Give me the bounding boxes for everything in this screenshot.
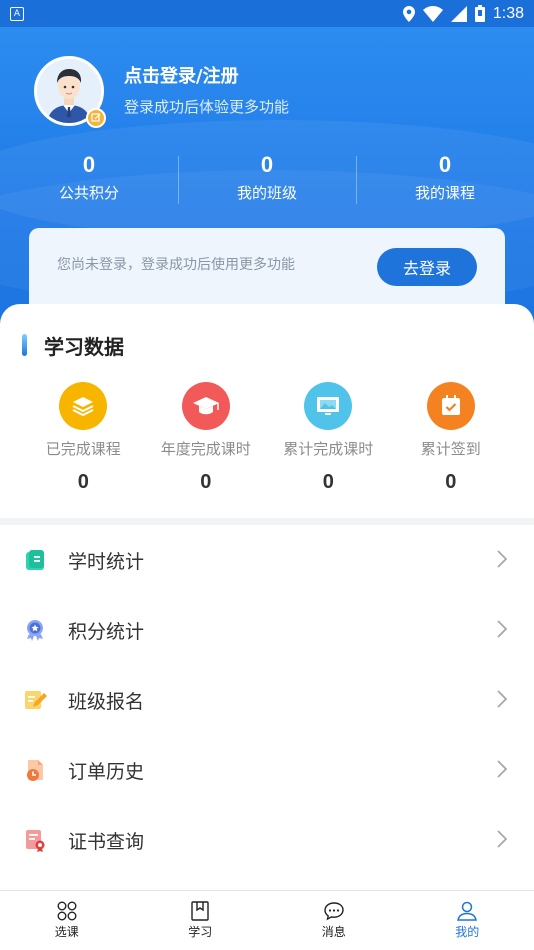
go-login-button[interactable]: 去登录 (377, 248, 477, 286)
bottom-tab-bar: 选课 学习 消息 我的 (0, 890, 534, 950)
graduation-cap-icon (181, 382, 230, 430)
person-icon (457, 901, 478, 921)
tab-messages[interactable]: 消息 (267, 891, 401, 950)
grid-icon (57, 901, 77, 921)
menu-label: 订单历史 (68, 760, 145, 783)
tab-study[interactable]: 学习 (134, 891, 268, 950)
chevron-right-icon (497, 760, 508, 778)
menu-item-order-history[interactable]: 订单历史 (0, 735, 534, 805)
section-title: 学习数据 (44, 335, 124, 359)
stat-public-points[interactable]: 0 公共积分 (0, 150, 178, 210)
login-notice-text: 您尚未登录，登录成功后使用更多功能 (57, 257, 295, 273)
study-data-panel: 学习数据 已完成课程 0 年度完成课时 0 累计完成课时 0 累计签到 0 (0, 304, 534, 518)
chevron-right-icon (497, 830, 508, 848)
study-completed-courses[interactable]: 已完成课程 0 (22, 382, 145, 494)
tab-label: 学习 (188, 925, 213, 939)
notebook-icon (22, 547, 48, 573)
study-label: 年度完成课时 (160, 440, 251, 458)
chevron-right-icon (497, 550, 508, 568)
order-clock-icon (22, 757, 48, 783)
menu-list: 学时统计 积分统计 班级报名 订单历史 证书查询 (0, 525, 534, 875)
section-divider (0, 518, 534, 525)
notification-icon: A (10, 6, 24, 21)
menu-label: 积分统计 (68, 620, 145, 643)
menu-item-study-hours[interactable]: 学时统计 (0, 525, 534, 595)
study-label: 已完成课程 (45, 440, 121, 458)
chevron-right-icon (497, 620, 508, 638)
menu-label: 班级报名 (68, 690, 145, 713)
wifi-icon (422, 5, 443, 22)
study-annual-hours[interactable]: 年度完成课时 0 (145, 382, 268, 494)
study-label: 累计签到 (420, 440, 481, 458)
study-value: 0 (445, 471, 457, 493)
edit-note-icon (22, 687, 48, 713)
layers-icon (59, 382, 108, 430)
tab-mine[interactable]: 我的 (401, 891, 534, 950)
study-total-hours[interactable]: 累计完成课时 0 (267, 382, 390, 494)
monitor-icon (304, 382, 353, 430)
stat-value: 0 (260, 152, 274, 177)
study-value: 0 (322, 471, 334, 493)
tab-label: 选课 (54, 925, 79, 939)
stat-my-classes[interactable]: 0 我的班级 (178, 150, 356, 210)
stat-label: 公共积分 (58, 184, 119, 202)
section-accent-bar (22, 334, 27, 356)
battery-icon (474, 5, 485, 22)
login-subtitle: 登录成功后体验更多功能 (124, 98, 290, 116)
certificate-icon (22, 827, 48, 853)
study-value: 0 (77, 471, 89, 493)
medal-icon (22, 617, 48, 643)
menu-item-class-enroll[interactable]: 班级报名 (0, 665, 534, 735)
clock: 1:38 (492, 4, 524, 22)
status-bar: A 1:38 (0, 0, 534, 27)
tab-courses[interactable]: 选课 (0, 891, 134, 950)
profile-stats: 0 公共积分 0 我的班级 0 我的课程 (0, 150, 534, 210)
menu-item-certificate[interactable]: 证书查询 (0, 805, 534, 875)
calendar-check-icon (426, 382, 475, 430)
menu-label: 证书查询 (68, 830, 145, 853)
study-value: 0 (200, 471, 212, 493)
login-register-link[interactable]: 点击登录/注册 (124, 62, 239, 88)
menu-item-points[interactable]: 积分统计 (0, 595, 534, 665)
menu-label: 学时统计 (68, 550, 145, 573)
signal-icon (450, 5, 467, 22)
stat-value: 0 (82, 152, 96, 177)
study-total-signins[interactable]: 累计签到 0 (390, 382, 513, 494)
chevron-right-icon (497, 690, 508, 708)
stat-my-courses[interactable]: 0 我的课程 (356, 150, 534, 210)
chat-icon (324, 902, 344, 921)
stat-value: 0 (438, 152, 452, 177)
stat-label: 我的班级 (236, 184, 297, 202)
stat-label: 我的课程 (414, 184, 475, 202)
book-icon (191, 901, 209, 921)
tab-label: 消息 (321, 925, 346, 939)
edit-avatar-icon[interactable] (86, 108, 106, 128)
location-icon (402, 5, 415, 22)
tab-label: 我的 (455, 925, 480, 939)
study-label: 累计完成课时 (283, 440, 374, 458)
